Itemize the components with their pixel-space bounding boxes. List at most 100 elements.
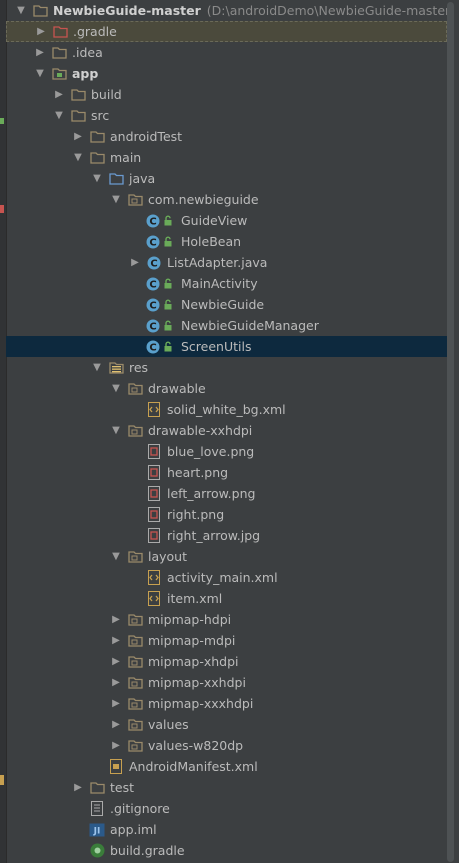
vertical-scrollbar[interactable] <box>447 0 457 863</box>
image-file-icon <box>146 528 162 544</box>
tree-row[interactable]: ▼ java <box>6 168 447 189</box>
scrollbar-thumb[interactable] <box>447 2 454 862</box>
tree-row[interactable]: ▼ drawable <box>6 378 447 399</box>
tree-item-label: main <box>110 150 142 165</box>
tree-row[interactable]: .gitignore <box>6 798 447 819</box>
tree-row[interactable]: ▶ mipmap-xhdpi <box>6 651 447 672</box>
package-icon <box>127 717 143 733</box>
expand-right-icon[interactable]: ▶ <box>34 25 48 39</box>
tree-row[interactable]: ▶ androidTest <box>6 126 447 147</box>
gutter-marker <box>0 205 4 213</box>
expand-down-icon[interactable]: ▼ <box>71 151 85 165</box>
tree-row[interactable]: ▼ drawable-xxhdpi <box>6 420 447 441</box>
tree-row[interactable]: AndroidManifest.xml <box>6 756 447 777</box>
package-icon <box>127 612 143 628</box>
tree-row[interactable]: ▶ build <box>6 84 447 105</box>
tree-row[interactable]: C NewbieGuideManager <box>6 315 447 336</box>
class-icon: C <box>146 297 176 313</box>
tree-row[interactable]: ▶ values <box>6 714 447 735</box>
folder-icon <box>51 45 67 61</box>
tree-row[interactable]: right.png <box>6 504 447 525</box>
package-icon <box>127 192 143 208</box>
tree-row[interactable]: build.gradle <box>6 840 447 861</box>
tree-item-label: AndroidManifest.xml <box>129 759 258 774</box>
tree-item-label: blue_love.png <box>167 444 255 459</box>
tree-row[interactable]: ▼ app <box>6 63 447 84</box>
tree-row[interactable]: ▶ mipmap-xxhdpi <box>6 672 447 693</box>
package-icon <box>127 675 143 691</box>
expand-down-icon[interactable]: ▼ <box>109 424 123 438</box>
iml-file-icon: JI <box>89 822 105 838</box>
class-icon: C <box>146 255 162 271</box>
tree-row[interactable]: ▼ layout <box>6 546 447 567</box>
tree-row[interactable]: activity_main.xml <box>6 567 447 588</box>
expand-down-icon[interactable]: ▼ <box>109 193 123 207</box>
tree-row[interactable]: ▶ .idea <box>6 42 447 63</box>
tree-item-label: app.iml <box>110 822 157 837</box>
package-icon <box>127 633 143 649</box>
expand-right-icon[interactable]: ▶ <box>71 781 85 795</box>
tree-row[interactable]: ▶ C ListAdapter.java <box>6 252 447 273</box>
tree-row[interactable]: right_arrow.jpg <box>6 525 447 546</box>
expand-right-icon[interactable]: ▶ <box>71 130 85 144</box>
tree-row[interactable]: ▼ res <box>6 357 447 378</box>
lock-icon <box>163 278 173 289</box>
tree-row[interactable]: C HoleBean <box>6 231 447 252</box>
tree-row[interactable]: left_arrow.png <box>6 483 447 504</box>
image-file-icon <box>146 486 162 502</box>
expand-down-icon[interactable]: ▼ <box>109 382 123 396</box>
tree-row[interactable]: ▶ mipmap-xxxhdpi <box>6 693 447 714</box>
expand-right-icon[interactable]: ▶ <box>109 676 123 690</box>
tree-row[interactable]: ▶ mipmap-mdpi <box>6 630 447 651</box>
expand-right-icon[interactable]: ▶ <box>109 655 123 669</box>
expand-right-icon[interactable]: ▶ <box>33 46 47 60</box>
folder-icon <box>89 129 105 145</box>
class-icon: C <box>146 234 176 250</box>
folder-red-icon <box>52 24 68 40</box>
package-icon <box>127 738 143 754</box>
expand-down-icon[interactable]: ▼ <box>52 109 66 123</box>
gradle-file-icon <box>89 843 105 859</box>
folder-icon <box>89 150 105 166</box>
expand-right-icon[interactable]: ▶ <box>109 718 123 732</box>
tree-row[interactable]: solid_white_bg.xml <box>6 399 447 420</box>
expand-right-icon[interactable]: ▶ <box>109 739 123 753</box>
expand-down-icon[interactable]: ▼ <box>109 550 123 564</box>
tree-row[interactable]: C NewbieGuide <box>6 294 447 315</box>
expand-right-icon[interactable]: ▶ <box>52 88 66 102</box>
tree-row[interactable]: ▼ src <box>6 105 447 126</box>
tree-item-label: right.png <box>167 507 225 522</box>
expand-right-icon[interactable]: ▶ <box>128 256 142 270</box>
xml-file-icon <box>146 570 162 586</box>
expand-down-icon[interactable]: ▼ <box>90 361 104 375</box>
tree-row[interactable]: ▼ com.newbieguide <box>6 189 447 210</box>
tree-row[interactable]: heart.png <box>6 462 447 483</box>
svg-text:C: C <box>149 342 156 353</box>
expand-right-icon[interactable]: ▶ <box>109 613 123 627</box>
tree-row[interactable]: ▶ test <box>6 777 447 798</box>
svg-text:JI: JI <box>93 826 101 836</box>
tree-row[interactable]: C MainActivity <box>6 273 447 294</box>
expand-down-icon[interactable]: ▼ <box>90 172 104 186</box>
expand-right-icon[interactable]: ▶ <box>109 697 123 711</box>
tree-row[interactable]: C ScreenUtils <box>6 336 447 357</box>
xml-file-icon <box>146 591 162 607</box>
tree-item-label: mipmap-mdpi <box>148 633 236 648</box>
tree-item-label: .gitignore <box>110 801 170 816</box>
expand-down-icon[interactable]: ▼ <box>14 4 28 18</box>
class-icon: C <box>146 339 176 355</box>
tree-row[interactable]: ▼ NewbieGuide-master (D:\androidDemo\Newbi… <box>6 0 455 21</box>
tree-row[interactable]: item.xml <box>6 588 447 609</box>
tree-row[interactable]: JI app.iml <box>6 819 447 840</box>
tree-row[interactable]: ▶ values-w820dp <box>6 735 447 756</box>
lock-icon <box>163 236 173 247</box>
tree-row[interactable]: blue_love.png <box>6 441 447 462</box>
expand-down-icon[interactable]: ▼ <box>33 67 47 81</box>
tree-row[interactable]: ▼ main <box>6 147 447 168</box>
tree-item-label: com.newbieguide <box>148 192 259 207</box>
tree-row[interactable]: ▶ mipmap-hdpi <box>6 609 447 630</box>
tree-row[interactable]: ▶ .gradle <box>6 21 447 42</box>
lock-icon <box>163 299 173 310</box>
expand-right-icon[interactable]: ▶ <box>109 634 123 648</box>
tree-row[interactable]: C GuideView <box>6 210 447 231</box>
